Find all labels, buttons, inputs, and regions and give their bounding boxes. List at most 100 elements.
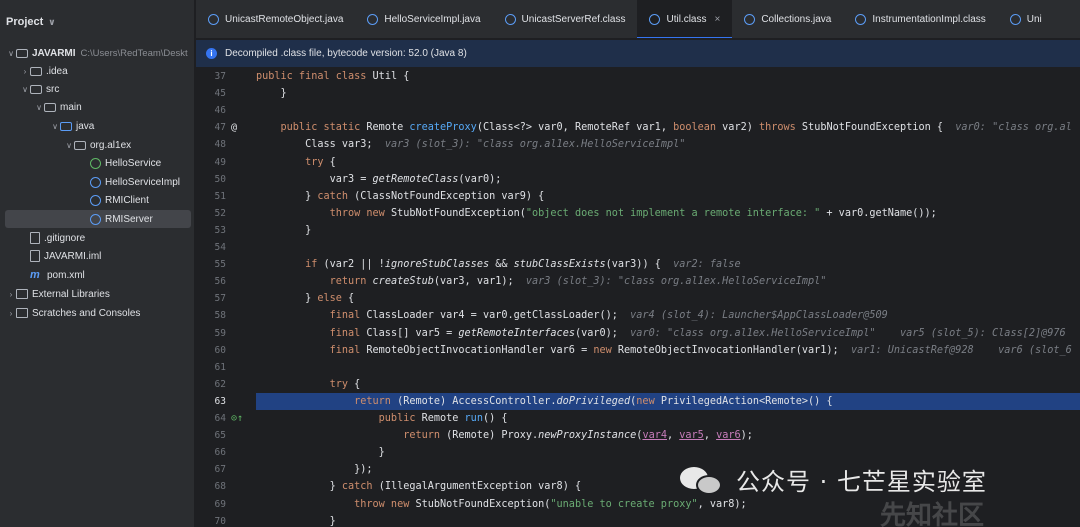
code-text[interactable]: } else { bbox=[256, 290, 1080, 307]
chevron-right-icon[interactable]: › bbox=[6, 290, 16, 299]
tree-item-helloservice[interactable]: HelloService bbox=[0, 154, 195, 172]
code-token: (Class<?> var0, RemoteRef var1, bbox=[476, 122, 674, 134]
code-text[interactable]: public Remote run() { bbox=[256, 410, 1080, 427]
code-line[interactable]: 57 } else { bbox=[196, 290, 1080, 307]
code-line[interactable]: 62 try { bbox=[196, 376, 1080, 393]
code-token: var2) bbox=[722, 122, 759, 134]
code-text[interactable] bbox=[256, 102, 1080, 119]
tree-item-idea[interactable]: › .idea bbox=[0, 62, 195, 80]
code-text[interactable] bbox=[256, 239, 1080, 256]
tab-uni[interactable]: Uni bbox=[998, 0, 1054, 38]
code-token: Class[] var5 = bbox=[366, 327, 459, 339]
code-editor[interactable]: 37 public final class Util {45 } 46 47 @ pub… bbox=[196, 67, 1080, 527]
code-line[interactable]: 59 final Class[] var5 = getRemoteInterfa… bbox=[196, 325, 1080, 342]
code-line[interactable]: 66 } bbox=[196, 444, 1080, 461]
code-token: (Remote) Proxy. bbox=[446, 430, 539, 442]
class-icon bbox=[90, 176, 101, 188]
code-token: { bbox=[329, 156, 336, 168]
tree-item-java[interactable]: ∨ java bbox=[0, 117, 195, 135]
code-line[interactable]: 55 if (var2 || !ignoreStubClasses && stu… bbox=[196, 256, 1080, 273]
code-line[interactable]: 49 try { bbox=[196, 154, 1080, 171]
tree-item-gitignore[interactable]: .gitignore bbox=[0, 229, 195, 247]
chevron-down-icon[interactable]: ∨ bbox=[64, 141, 74, 150]
maven-icon: m bbox=[30, 268, 40, 281]
code-line[interactable]: 53 } bbox=[196, 222, 1080, 239]
code-line[interactable]: 63 return (Remote) AccessController.doPr… bbox=[196, 392, 1080, 410]
chevron-right-icon[interactable]: › bbox=[6, 309, 16, 318]
tab-unicastserverref-class[interactable]: UnicastServerRef.class bbox=[493, 0, 638, 38]
tree-item-scratches-and-consoles[interactable]: › Scratches and Consoles bbox=[0, 304, 195, 322]
code-line[interactable]: 58 final ClassLoader var4 = var0.getClas… bbox=[196, 307, 1080, 324]
code-text[interactable]: final Class[] var5 = getRemoteInterfaces… bbox=[256, 325, 1080, 342]
chevron-down-icon[interactable]: ∨ bbox=[48, 17, 55, 28]
chevron-down-icon[interactable]: ∨ bbox=[34, 103, 44, 112]
tree-item-rmiclient[interactable]: RMIClient bbox=[0, 191, 195, 209]
line-number: 67 bbox=[196, 461, 256, 478]
implements-icon[interactable]: ⊙↑ bbox=[231, 410, 243, 427]
tree-item-external-libraries[interactable]: › External Libraries bbox=[0, 285, 195, 303]
code-text[interactable]: public final class Util { bbox=[256, 68, 1080, 85]
code-token: () { bbox=[482, 413, 508, 424]
code-text[interactable]: final RemoteObjectInvocationHandler var6… bbox=[256, 342, 1080, 359]
code-line[interactable]: 37 public final class Util { bbox=[196, 68, 1080, 85]
code-text[interactable]: public static Remote createProxy(Class<?… bbox=[256, 119, 1080, 136]
tree-item-pom-xml[interactable]: m pom.xml bbox=[0, 266, 195, 284]
code-text[interactable]: return (Remote) Proxy.newProxyInstance(v… bbox=[256, 427, 1080, 444]
code-text[interactable]: return (Remote) AccessController.doPrivi… bbox=[256, 392, 1080, 410]
code-line[interactable]: 64 ⊙↑ public Remote run() { bbox=[196, 410, 1080, 427]
tab-collections-java[interactable]: Collections.java bbox=[732, 0, 843, 38]
tree-item-org-al1ex[interactable]: ∨ org.al1ex bbox=[0, 136, 195, 154]
code-text[interactable]: } bbox=[256, 222, 1080, 239]
chevron-down-icon[interactable]: ∨ bbox=[20, 85, 30, 94]
code-line[interactable]: 61 bbox=[196, 359, 1080, 376]
tab-util-class[interactable]: Util.class × bbox=[637, 0, 733, 38]
code-text[interactable]: var3 = getRemoteClass(var0); bbox=[256, 171, 1080, 188]
code-line[interactable]: 46 bbox=[196, 102, 1080, 119]
code-line[interactable]: 47 @ public static Remote createProxy(Cla… bbox=[196, 119, 1080, 136]
line-number: 58 bbox=[196, 307, 256, 324]
code-line[interactable]: 52 throw new StubNotFoundException("obje… bbox=[196, 205, 1080, 222]
code-token: ignoreStubClasses bbox=[384, 259, 496, 271]
code-text[interactable] bbox=[256, 359, 1080, 376]
project-panel-header[interactable]: Project ∨ bbox=[0, 0, 194, 44]
code-line[interactable]: 54 bbox=[196, 239, 1080, 256]
code-text[interactable]: if (var2 || !ignoreStubClasses && stubCl… bbox=[256, 256, 1080, 273]
code-text[interactable]: throw new StubNotFoundException("object … bbox=[256, 205, 1080, 222]
code-text[interactable]: try { bbox=[256, 376, 1080, 393]
tab-unicastremoteobject-java[interactable]: UnicastRemoteObject.java bbox=[196, 0, 355, 38]
tab-helloserviceimpl-java[interactable]: HelloServiceImpl.java bbox=[355, 0, 492, 38]
tree-item-main[interactable]: ∨ main bbox=[0, 98, 195, 116]
tab-instrumentationimpl-class[interactable]: InstrumentationImpl.class bbox=[843, 0, 997, 38]
code-line[interactable]: 45 } bbox=[196, 85, 1080, 102]
code-line[interactable]: 48 Class var3; var3 (slot_3): "class org… bbox=[196, 136, 1080, 153]
code-text[interactable]: } bbox=[256, 85, 1080, 102]
code-text[interactable]: Class var3; var3 (slot_3): "class org.al… bbox=[256, 136, 1080, 153]
tab-label: UnicastServerRef.class bbox=[521, 14, 626, 25]
code-line[interactable]: 60 final RemoteObjectInvocationHandler v… bbox=[196, 342, 1080, 359]
code-line[interactable]: 65 return (Remote) Proxy.newProxyInstanc… bbox=[196, 427, 1080, 444]
code-token: ); bbox=[740, 430, 753, 442]
tree-item-rmiserver[interactable]: RMIServer bbox=[5, 210, 191, 228]
close-icon[interactable]: × bbox=[714, 14, 720, 25]
code-token: StubNotFoundException( bbox=[415, 498, 551, 510]
code-line[interactable]: 50 var3 = getRemoteClass(var0); bbox=[196, 171, 1080, 188]
chevron-right-icon[interactable]: › bbox=[20, 67, 30, 76]
tree-item-src[interactable]: ∨ src bbox=[0, 80, 195, 98]
code-line[interactable]: 56 return createStub(var3, var1); var3 (… bbox=[196, 273, 1080, 290]
tree-item-javarmi[interactable]: ∨ JAVARMI C:\Users\RedTeam\Deskt bbox=[0, 44, 195, 62]
annotation-icon[interactable]: @ bbox=[231, 119, 237, 136]
code-text[interactable]: return createStub(var3, var1); var3 (slo… bbox=[256, 273, 1080, 290]
chevron-down-icon[interactable]: ∨ bbox=[50, 122, 60, 131]
code-text[interactable]: } catch (ClassNotFoundException var9) { bbox=[256, 188, 1080, 205]
code-text[interactable]: try { bbox=[256, 154, 1080, 171]
line-number: 66 bbox=[196, 444, 256, 461]
code-token: catch bbox=[317, 190, 355, 202]
tree-item-helloserviceimpl[interactable]: HelloServiceImpl bbox=[0, 173, 195, 191]
line-number: 63 bbox=[196, 393, 256, 410]
code-text[interactable]: final ClassLoader var4 = var0.getClassLo… bbox=[256, 307, 1080, 324]
library-icon bbox=[16, 289, 28, 299]
chevron-down-icon[interactable]: ∨ bbox=[6, 49, 16, 58]
code-line[interactable]: 51 } catch (ClassNotFoundException var9)… bbox=[196, 188, 1080, 205]
code-text[interactable]: } bbox=[256, 444, 1080, 461]
tree-item-javarmi-iml[interactable]: JAVARMI.iml bbox=[0, 247, 195, 265]
